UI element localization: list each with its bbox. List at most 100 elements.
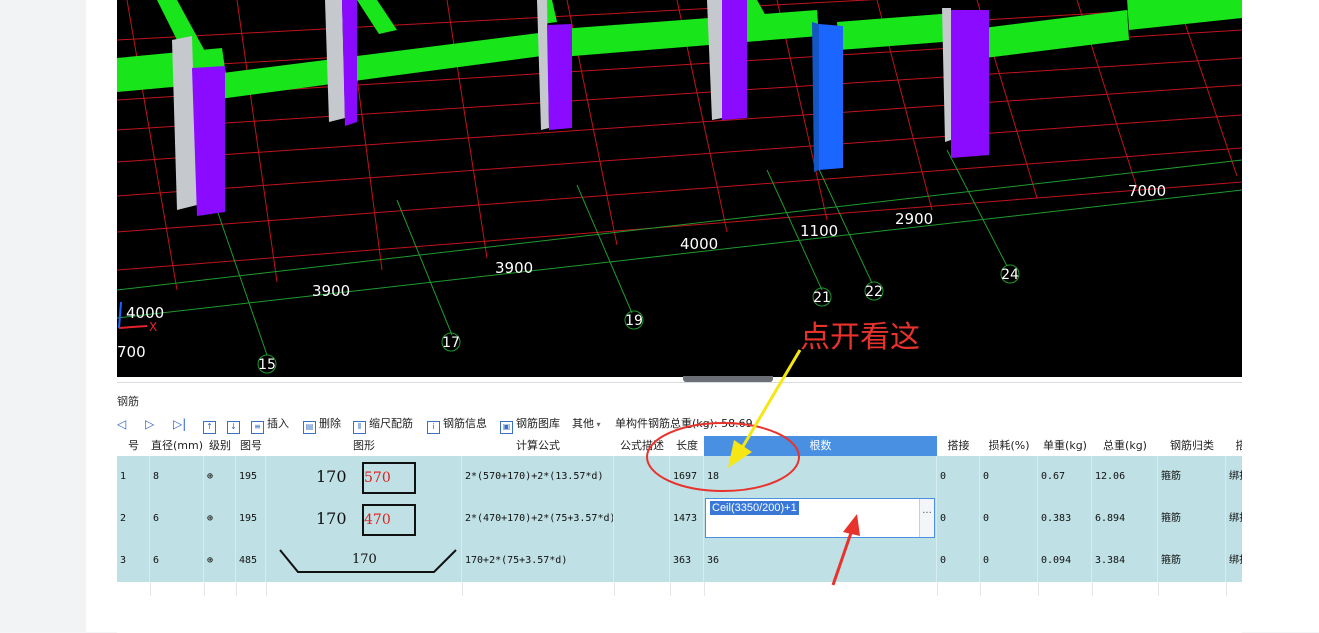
cell-lap[interactable]: 0 xyxy=(937,498,980,540)
delete-button[interactable]: ▤ 删除 xyxy=(303,415,341,434)
cell-unit-weight: 0.67 xyxy=(1038,456,1092,498)
cell-loss[interactable]: 0 xyxy=(980,456,1038,498)
col-header-no[interactable]: 号 xyxy=(117,436,151,457)
cell-no: 3 xyxy=(117,540,150,582)
left-gutter xyxy=(0,0,87,632)
cell-desc[interactable] xyxy=(614,498,670,540)
axis-number: 19 xyxy=(625,313,643,329)
col-header-shape[interactable]: 图形 xyxy=(266,436,463,457)
shape-dim-a: 170 xyxy=(316,509,347,528)
cell-bind[interactable]: 绑扎 xyxy=(1226,540,1242,582)
cell-grade[interactable]: ⊕ xyxy=(204,540,236,582)
cell-no: 1 xyxy=(117,456,150,498)
cell-type[interactable]: 箍筋 xyxy=(1158,498,1226,540)
cell-bind[interactable]: 绑扎 xyxy=(1226,456,1242,498)
col-header-grade[interactable]: 级别 xyxy=(204,436,237,457)
dim-label: 7000 xyxy=(1128,182,1166,200)
dim-label: 4000 xyxy=(126,304,164,322)
cell-length[interactable]: 363 xyxy=(670,540,704,582)
cell-formula[interactable]: 170+2*(75+3.57*d) xyxy=(462,540,614,582)
cell-type[interactable]: 箍筋 xyxy=(1158,540,1226,582)
table-row[interactable]: 1 8 ⊕ 195 170 570 2*(570+170)+2*(13.57*d… xyxy=(117,456,1242,499)
rebar-library-button[interactable]: ▣ 钢筋图库 xyxy=(500,415,560,434)
info-icon: i xyxy=(427,421,440,434)
cell-unit-weight: 0.094 xyxy=(1038,540,1092,582)
insert-button[interactable]: ≡ 插入 xyxy=(251,415,289,434)
axis-number: 24 xyxy=(1001,267,1019,283)
move-up-icon[interactable]: ↑ xyxy=(203,415,219,434)
cell-length[interactable]: 1697 xyxy=(670,456,704,498)
shape-dim-b: 570 xyxy=(364,470,391,486)
viewport-scene: 3900 3900 4000 1100 2900 7000 4000 700 1… xyxy=(117,0,1242,374)
cell-shape[interactable]: 170 570 xyxy=(266,456,462,498)
table-row[interactable]: 3 6 ⊕ 485 170 170+2*(75+3.57*d) 363 36 0… xyxy=(117,540,1242,583)
cell-fig[interactable]: 485 xyxy=(236,540,266,582)
move-down-icon[interactable]: ↓ xyxy=(227,415,243,434)
cell-loss[interactable]: 0 xyxy=(980,498,1038,540)
table-row[interactable]: 2 6 ⊕ 195 170 470 2*(470+170)+2*(75+3.57… xyxy=(117,498,1242,541)
total-weight: 单构件钢筋总重(kg): 58.69 xyxy=(615,417,753,430)
col-header-count[interactable]: 根数 xyxy=(704,436,938,457)
rebar-info-label: 钢筋信息 xyxy=(443,417,487,430)
shape-dim-a: 170 xyxy=(316,467,347,486)
cell-bind[interactable]: 绑扎 xyxy=(1226,498,1242,540)
col-header-bind[interactable]: 搭 xyxy=(1226,436,1242,457)
col-header-type[interactable]: 钢筋归类 xyxy=(1158,436,1227,457)
cell-grade[interactable]: ⊕ xyxy=(204,456,236,498)
col-header-formula[interactable]: 计算公式 xyxy=(462,436,615,457)
col-header-loss[interactable]: 损耗(%) xyxy=(980,436,1039,457)
cell-diameter[interactable]: 6 xyxy=(150,498,204,540)
shape-dim-b: 470 xyxy=(364,512,391,528)
col-header-length[interactable]: 长度 xyxy=(670,436,705,457)
first-page-icon[interactable]: ◁ xyxy=(117,415,126,433)
cell-count[interactable]: 36 xyxy=(704,540,937,582)
col-header-lap[interactable]: 搭接 xyxy=(937,436,981,457)
rebar-library-label: 钢筋图库 xyxy=(516,417,560,430)
cell-unit-weight: 0.383 xyxy=(1038,498,1092,540)
col-header-diameter[interactable]: 直径(mm) xyxy=(150,436,205,457)
cell-length[interactable]: 1473 xyxy=(670,498,704,540)
right-gutter xyxy=(1242,0,1319,632)
rebar-table: 号 直径(mm) 级别 图号 图形 计算公式 公式描述 长度 根数 搭接 损耗(… xyxy=(117,436,1242,632)
stirrup-shape: 470 xyxy=(362,504,416,536)
axis-number: 22 xyxy=(865,284,883,300)
other-menu[interactable]: 其他 ▾ xyxy=(572,415,601,434)
col-header-unit-weight[interactable]: 单重(kg) xyxy=(1038,436,1093,457)
col-header-desc[interactable]: 公式描述 xyxy=(614,436,671,457)
cell-total-weight: 3.384 xyxy=(1092,540,1158,582)
stirrup-shape: 570 xyxy=(362,462,416,494)
3d-viewport[interactable]: 3900 3900 4000 1100 2900 7000 4000 700 1… xyxy=(117,0,1242,377)
cell-shape[interactable]: 170 xyxy=(266,540,462,582)
cell-fig[interactable]: 195 xyxy=(236,498,266,540)
cell-loss[interactable]: 0 xyxy=(980,540,1038,582)
cell-lap[interactable]: 0 xyxy=(937,456,980,498)
annotation-text: 点开看这 xyxy=(800,320,920,355)
scale-rebar-button[interactable]: ⫴ 缩尺配筋 xyxy=(353,415,413,434)
cell-count[interactable]: 18 xyxy=(704,456,937,498)
cell-shape[interactable]: 170 470 xyxy=(266,498,462,540)
cell-fig[interactable]: 195 xyxy=(236,456,266,498)
col-header-total-weight[interactable]: 总重(kg) xyxy=(1092,436,1159,457)
count-editor[interactable]: Ceil(3350/200)+1 ··· xyxy=(705,498,935,538)
last-page-icon[interactable]: ▷| xyxy=(173,415,186,433)
insert-icon: ≡ xyxy=(251,421,264,434)
ellipsis-button[interactable]: ··· xyxy=(919,499,934,537)
cell-diameter[interactable]: 8 xyxy=(150,456,204,498)
count-editor-text[interactable]: Ceil(3350/200)+1 xyxy=(710,501,799,515)
dim-label: 3900 xyxy=(495,259,533,277)
axis-x-label: X xyxy=(149,320,157,334)
cell-lap[interactable]: 0 xyxy=(937,540,980,582)
cell-desc[interactable] xyxy=(614,456,670,498)
cell-formula[interactable]: 2*(470+170)+2*(75+3.57*d) xyxy=(462,498,614,540)
cell-diameter[interactable]: 6 xyxy=(150,540,204,582)
empty-row xyxy=(117,582,1242,596)
rebar-info-button[interactable]: i 钢筋信息 xyxy=(427,415,487,434)
cell-type[interactable]: 箍筋 xyxy=(1158,456,1226,498)
library-icon: ▣ xyxy=(500,421,513,434)
col-header-fig[interactable]: 图号 xyxy=(236,436,267,457)
rebar-toolbar: ◁ ▷ ▷| ↑ ↓ ≡ 插入 ▤ 删除 ⫴ 缩尺配筋 i 钢筋信息 ▣ 钢筋图库 其他 … xyxy=(117,415,1242,434)
next-page-icon[interactable]: ▷ xyxy=(145,415,154,433)
cell-grade[interactable]: ⊕ xyxy=(204,498,236,540)
cell-desc[interactable] xyxy=(614,540,670,582)
cell-formula[interactable]: 2*(570+170)+2*(13.57*d) xyxy=(462,456,614,498)
